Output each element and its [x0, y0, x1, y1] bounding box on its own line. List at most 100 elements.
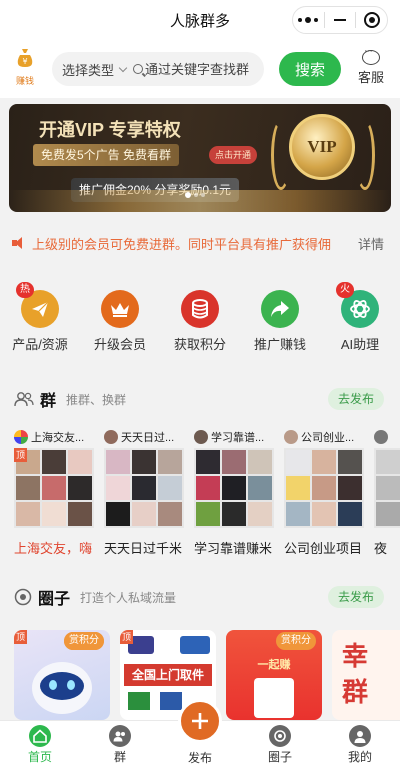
shortcut-label: 升级会员 [93, 337, 146, 352]
circle-card[interactable]: 一起赚 赏积分 [226, 630, 322, 720]
shortcut-label: 推广赚钱 [253, 337, 306, 352]
plus-icon[interactable] [178, 699, 222, 743]
more-menu-button[interactable] [293, 7, 324, 33]
group-card[interactable]: 天天日过... 天天日过千米 [104, 428, 186, 557]
pinned-badge: 顶 [120, 630, 134, 644]
bottom-tab-bar: 首页 群 发布 圈子 我的 [0, 699, 400, 768]
share-arrow-icon [261, 290, 299, 328]
money-bag-icon: ¥ [17, 49, 33, 67]
notice-text: 上级别的会员可免费进群。同时平台具有推广获得佣 [32, 236, 332, 252]
tab-circles[interactable]: 圈子 [240, 721, 320, 768]
group-card-header: 公司创业... [284, 428, 366, 446]
reward-points-badge: 赏积分 [276, 632, 316, 650]
circle-card[interactable]: 顶 赏积分 赏积分 [14, 630, 110, 720]
more-dots-icon [298, 17, 319, 23]
speaker-icon [12, 237, 26, 249]
earn-label: 赚钱 [15, 76, 34, 86]
close-miniprogram-button[interactable] [356, 7, 387, 33]
people-icon [14, 392, 34, 407]
tab-publish[interactable]: 发布 [160, 699, 240, 768]
notice-more-link[interactable]: 详情 [358, 234, 384, 253]
banner-open-button[interactable]: 点击开通 [209, 146, 258, 164]
search-input[interactable] [145, 61, 264, 77]
group-card[interactable]: 公司创业... 公司创业项目 [284, 428, 366, 557]
laurel-right-icon [355, 120, 375, 190]
group-publish-button[interactable]: 去发布 [327, 388, 384, 410]
top-nav-bar: 人脉群多 [0, 0, 400, 40]
group-caption: 夜 [374, 541, 388, 556]
group-card-list: 上海交友... 顶 上海交友，嗨 天天日过... 天天日过千米 学习靠谱... [14, 428, 400, 558]
target-circle-icon [14, 588, 32, 606]
tab-label: 群 [113, 750, 126, 764]
notice-bar[interactable]: 上级别的会员可免费进群。同时平台具有推广获得佣 详情 [0, 226, 400, 260]
minus-icon [334, 19, 346, 21]
circle-section-subtitle: 打造个人私域流量 [80, 590, 177, 605]
group-name: 学习靠谱... [211, 432, 265, 444]
group-card-header: 学习靠谱... [194, 428, 276, 446]
shortcut-promote[interactable]: 推广赚钱 [240, 282, 320, 362]
wechat-avatar-icon [14, 430, 28, 444]
courier-logo [160, 692, 182, 710]
shortcut-ai-assistant[interactable]: 火 AI助理 [320, 282, 400, 362]
group-card-header [374, 428, 400, 446]
hot-badge: 热 [16, 282, 34, 298]
banner-benefit-pill: 免费发5个广告 免费看群 [33, 144, 180, 166]
search-button[interactable]: 搜索 [279, 52, 341, 86]
shortcut-grid: 热 产品/资源 升级会员 获取积分 推广赚钱 火 AI助理 [0, 282, 400, 362]
qr-code-icon [254, 678, 294, 718]
shortcut-points[interactable]: 获取积分 [160, 282, 240, 362]
search-box: 选择类型 [52, 52, 264, 86]
group-card-header: 天天日过... [104, 428, 186, 446]
group-caption: 学习靠谱赚米 [194, 541, 273, 556]
search-icon [133, 64, 144, 74]
group-member-avatars: 顶 [14, 448, 94, 528]
group-section-title: 群 [40, 393, 57, 410]
group-name: 上海交友... [31, 432, 85, 444]
customer-service-button[interactable]: 客服 [355, 45, 387, 86]
tab-home[interactable]: 首页 [0, 721, 80, 768]
group-section-header: 群 推群、换群 去发布 [0, 384, 400, 414]
circle-section-title: 圈子 [38, 591, 71, 608]
svg-text:¥: ¥ [22, 57, 27, 66]
group-avatar [284, 430, 298, 444]
banner-pagination [185, 192, 205, 198]
chat-bubble-icon [362, 45, 380, 65]
minimize-button[interactable] [325, 7, 356, 33]
chevron-down-icon [118, 63, 128, 72]
vip-banner[interactable]: 开通VIP 专享特权 免费发5个广告 免费看群 点击开通 推广佣金20% 分享奖… [9, 104, 391, 212]
group-section-subtitle: 推群、换群 [66, 392, 127, 407]
group-member-avatars [374, 448, 400, 528]
courier-logo [128, 692, 150, 710]
shortcut-upgrade[interactable]: 升级会员 [80, 282, 160, 362]
home-icon [29, 725, 51, 747]
group-card[interactable]: 上海交友... 顶 上海交友，嗨 [14, 428, 96, 557]
circle-caption: 一起赚 [257, 659, 291, 671]
search-row: ¥ 赚钱 选择类型 搜索 客服 [0, 40, 400, 98]
tab-groups[interactable]: 群 [80, 721, 160, 768]
group-caption: 天天日过千米 [104, 541, 183, 556]
miniprogram-capsule [292, 6, 388, 34]
group-member-avatars [104, 448, 184, 528]
group-card[interactable]: 夜 [374, 428, 400, 557]
coins-icon [181, 290, 219, 328]
circle-publish-button[interactable]: 去发布 [327, 586, 384, 608]
tab-profile[interactable]: 我的 [320, 721, 400, 768]
profile-icon [349, 725, 371, 747]
group-card[interactable]: 学习靠谱... 学习靠谱赚米 [194, 428, 276, 557]
type-select[interactable]: 选择类型 [62, 60, 130, 79]
circle-card[interactable]: 幸 群 [332, 630, 400, 720]
group-member-avatars [284, 448, 364, 528]
target-icon [363, 12, 380, 28]
shortcut-products[interactable]: 热 产品/资源 [0, 282, 80, 362]
group-caption: 上海交友，嗨 [14, 541, 93, 556]
tab-label: 首页 [27, 750, 52, 764]
circle-section-header: 圈子 打造个人私域流量 去发布 [0, 582, 400, 612]
fire-badge: 火 [336, 282, 354, 298]
vip-medal-icon: VIP [289, 114, 355, 180]
circle-caption: 全国上门取件 [124, 664, 212, 686]
shortcut-label: 产品/资源 [12, 337, 68, 352]
earn-button[interactable]: ¥ 赚钱 [10, 48, 40, 87]
group-card-header: 上海交友... [14, 428, 96, 446]
type-select-label: 选择类型 [62, 62, 115, 78]
pinned-badge: 顶 [14, 448, 28, 462]
